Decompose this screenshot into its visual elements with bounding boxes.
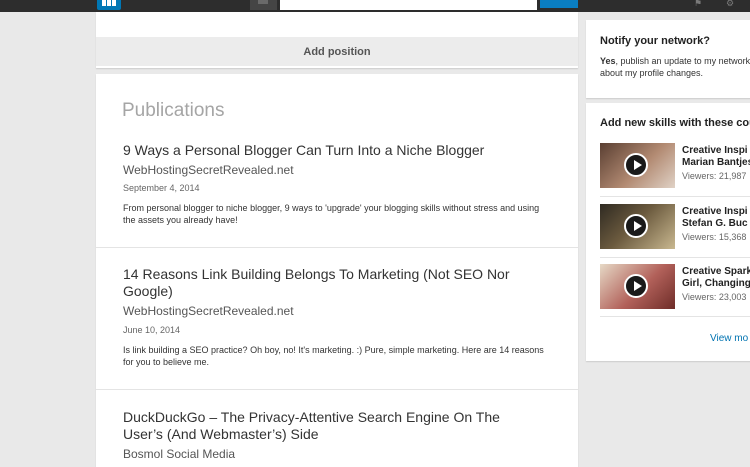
course-title[interactable]: Creative Inspi Stefan G. Buc xyxy=(682,206,750,230)
publication-description: From personal blogger to niche blogger, … xyxy=(123,203,540,225)
course-thumbnail[interactable] xyxy=(600,264,675,309)
publication-title[interactable]: 14 Reasons Link Building Belongs To Mark… xyxy=(123,266,523,300)
course-thumbnail[interactable] xyxy=(600,204,675,249)
publication-title[interactable]: DuckDuckGo – The Privacy-Attentive Searc… xyxy=(123,409,523,443)
publication-publisher: WebHostingSecretRevealed.net xyxy=(123,304,294,318)
publication-item: 14 Reasons Link Building Belongs To Mark… xyxy=(96,248,578,390)
gear-icon[interactable]: ⚙ xyxy=(726,0,740,8)
notify-yes-link[interactable]: Yes xyxy=(600,56,616,66)
divider xyxy=(600,196,750,197)
publications-heading: Publications xyxy=(122,100,225,121)
course-viewers: Viewers: 23,003 xyxy=(682,292,747,302)
course-title[interactable]: Creative Inspi Marian Bantjes xyxy=(682,145,750,169)
publication-publisher: WebHostingSecretRevealed.net xyxy=(123,163,294,177)
course-title[interactable]: Creative Spark Girl, Changing xyxy=(682,266,750,290)
publications-card: Publications 9 Ways a Personal Blogger C… xyxy=(96,74,578,467)
publication-item: DuckDuckGo – The Privacy-Attentive Searc… xyxy=(96,390,578,467)
notify-network-card: Notify your network? Yes, publish an upd… xyxy=(586,20,750,98)
divider xyxy=(600,316,750,317)
publication-date: June 10, 2014 xyxy=(123,325,181,335)
publication-title[interactable]: 9 Ways a Personal Blogger Can Turn Into … xyxy=(123,142,523,159)
advanced-search-button[interactable] xyxy=(250,0,277,10)
skills-title: Add new skills with these cou xyxy=(600,117,750,129)
experience-card: Add position xyxy=(96,12,578,68)
publication-item: 9 Ways a Personal Blogger Can Turn Into … xyxy=(96,136,578,248)
publication-publisher: Bosmol Social Media xyxy=(123,447,236,461)
play-icon[interactable] xyxy=(624,214,648,238)
flag-icon[interactable]: ⚑ xyxy=(694,0,708,8)
publication-date: September 4, 2014 xyxy=(123,183,200,193)
publication-description: Is link building a SEO practice? Oh boy,… xyxy=(123,345,544,367)
linkedin-logo[interactable] xyxy=(97,0,121,10)
course-item[interactable]: Creative Spark Girl, Changing Viewers: 23… xyxy=(600,264,750,310)
notify-text: Yes, publish an update to my network abo… xyxy=(600,55,750,79)
play-icon[interactable] xyxy=(624,274,648,298)
notify-description: , publish an update to my network about … xyxy=(600,56,750,78)
search-input[interactable] xyxy=(280,0,537,10)
course-viewers: Viewers: 15,368 xyxy=(682,232,747,242)
course-thumbnail[interactable] xyxy=(600,143,675,188)
course-item[interactable]: Creative Inspi Marian Bantjes Viewers: 21… xyxy=(600,143,750,189)
add-position-button[interactable]: Add position xyxy=(96,37,578,66)
course-item[interactable]: Creative Inspi Stefan G. Buc Viewers: 15,… xyxy=(600,204,750,250)
play-icon[interactable] xyxy=(624,153,648,177)
view-more-link[interactable]: View mo xyxy=(710,333,748,344)
divider xyxy=(600,257,750,258)
top-navigation-bar: ⚑ ⚙ xyxy=(0,0,750,12)
skills-courses-card: Add new skills with these cou Creative I… xyxy=(586,103,750,361)
course-viewers: Viewers: 21,987 xyxy=(682,171,747,181)
notify-title: Notify your network? xyxy=(600,35,711,47)
search-button[interactable] xyxy=(540,0,578,8)
